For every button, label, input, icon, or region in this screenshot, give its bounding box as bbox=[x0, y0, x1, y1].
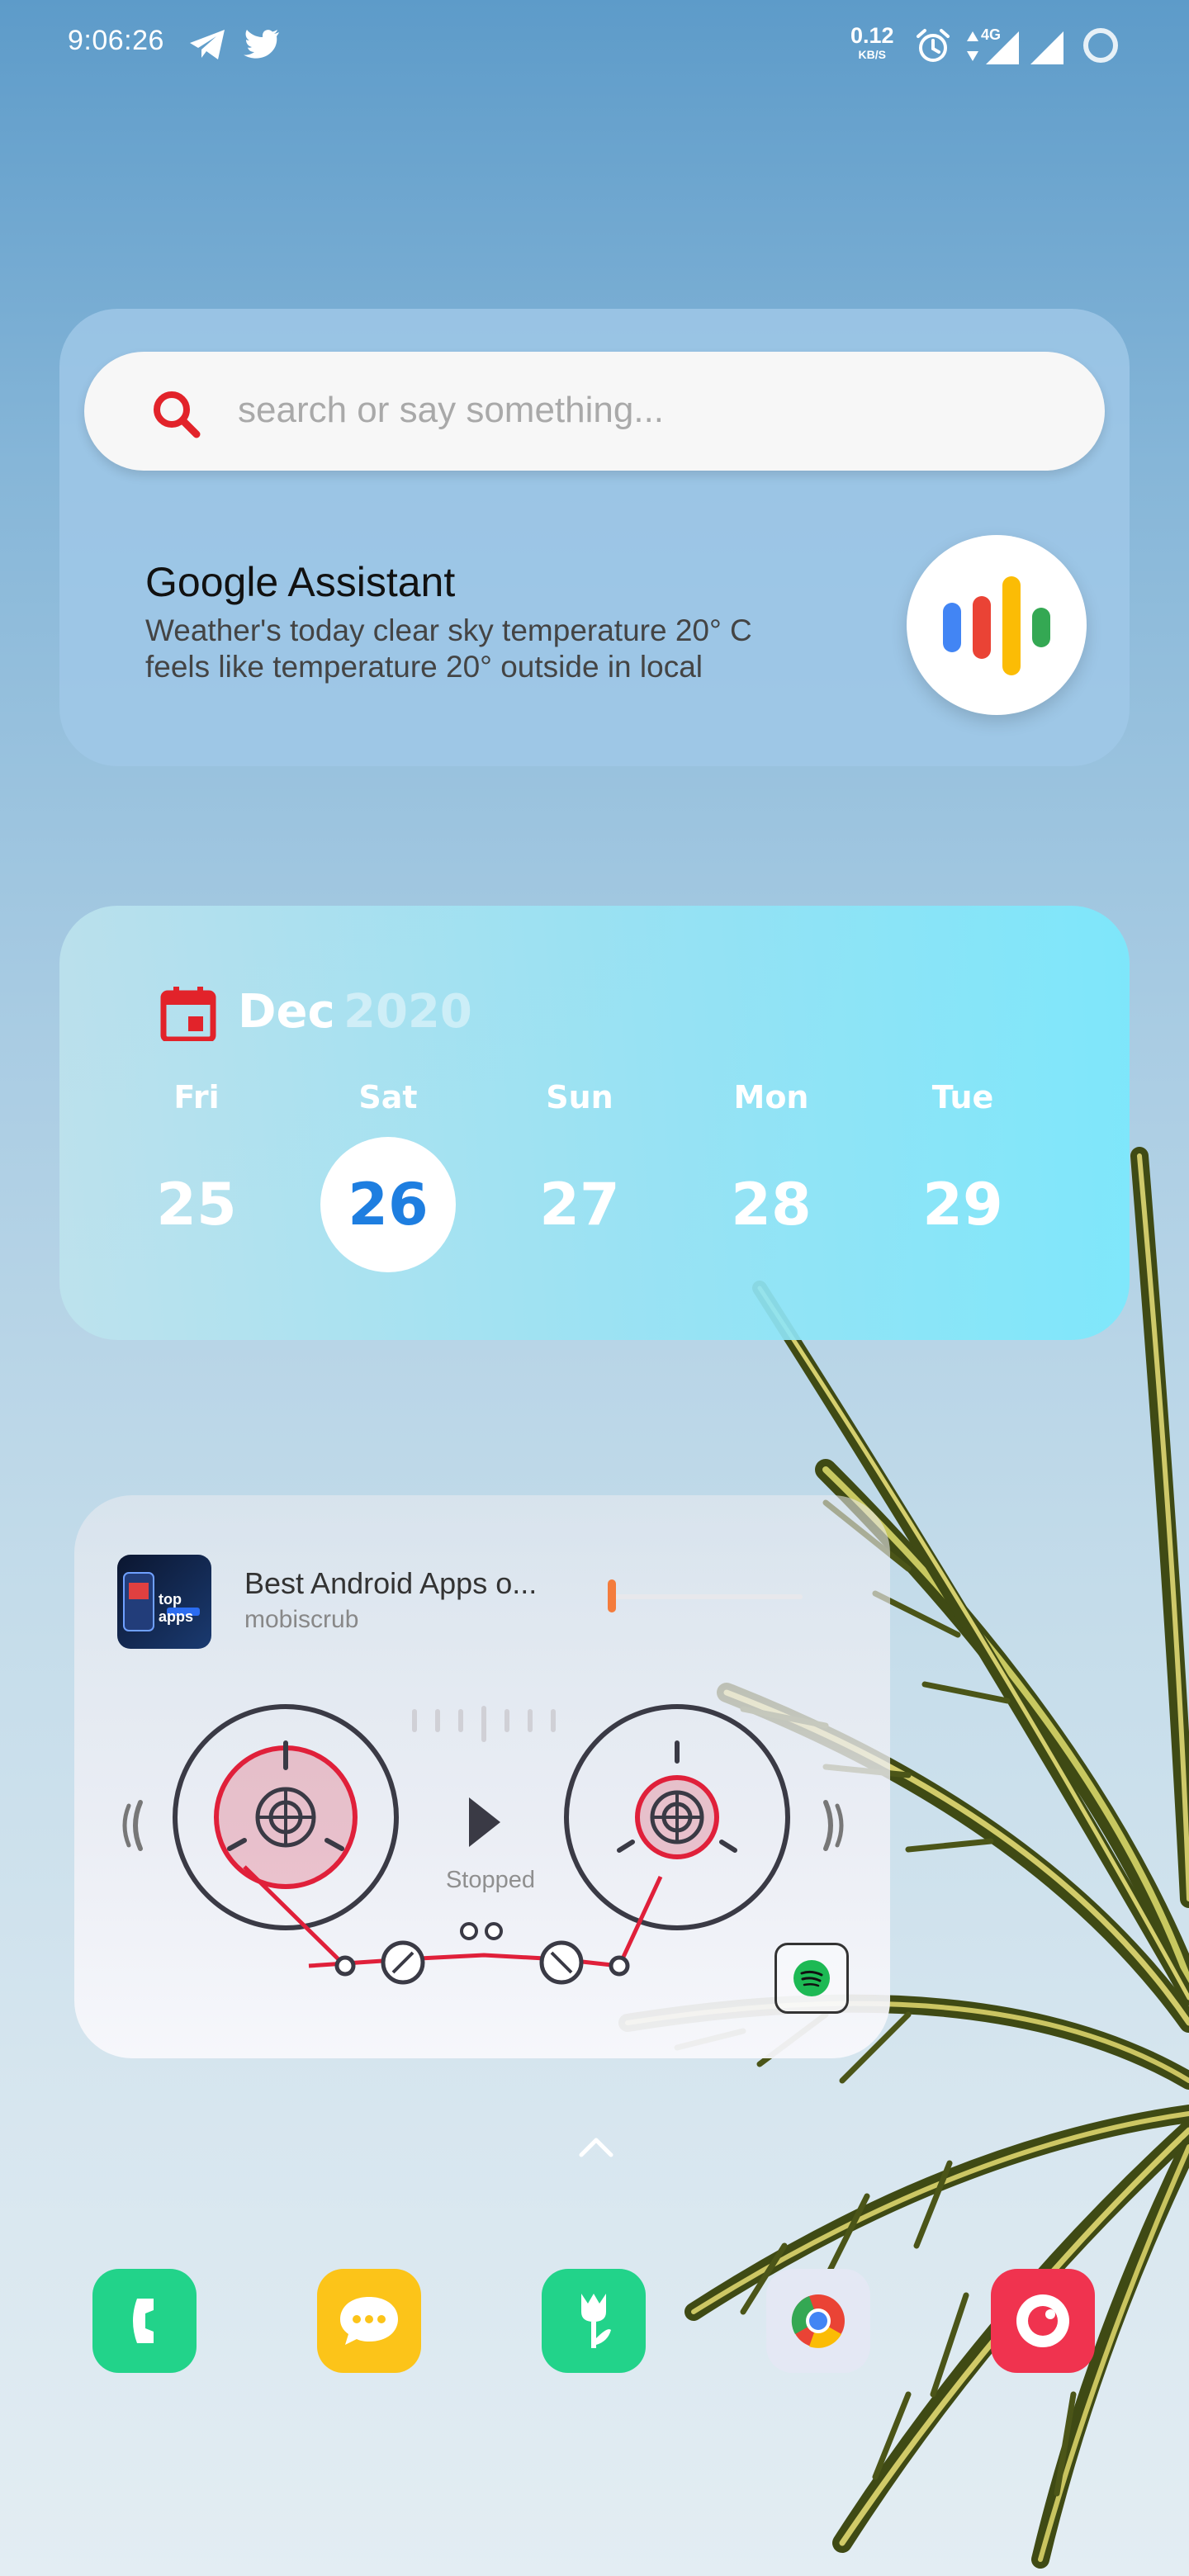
search-icon bbox=[154, 391, 201, 438]
music-widget: top apps Best Android Apps o... mobiscru… bbox=[74, 1495, 890, 2058]
calendar-icon bbox=[160, 987, 216, 1041]
calendar-day[interactable]: Sun 27 bbox=[505, 1079, 654, 1272]
tulip-glyph bbox=[581, 2294, 611, 2348]
messages-app-icon[interactable] bbox=[317, 2269, 421, 2373]
calendar-widget[interactable]: Dec 2020 Fri 25 Sat 26 Sun 27 Mon 28 Tue… bbox=[59, 906, 1130, 1340]
twitter-icon bbox=[244, 30, 279, 59]
day-name: Tue bbox=[931, 1079, 994, 1115]
data-arrows-icon bbox=[967, 31, 978, 61]
chevron-up-icon[interactable] bbox=[578, 2135, 614, 2158]
chat-bubble-glyph bbox=[340, 2297, 398, 2345]
play-icon[interactable] bbox=[464, 1794, 505, 1850]
net-speed: 0.12 KB/S bbox=[850, 23, 894, 61]
telegram-icon bbox=[190, 30, 225, 59]
net-speed-value: 0.12 bbox=[850, 23, 894, 48]
day-number: 25 bbox=[156, 1171, 237, 1238]
chrome-app-icon[interactable] bbox=[766, 2269, 870, 2373]
day-name: Mon bbox=[733, 1079, 809, 1115]
day-name: Sun bbox=[546, 1079, 613, 1115]
assistant-line-2: feels like temperature 20° outside in lo… bbox=[145, 650, 703, 684]
camera-app-icon[interactable] bbox=[991, 2269, 1095, 2373]
day-name: Fri bbox=[173, 1079, 220, 1115]
assistant-line-1: Weather's today clear sky temperature 20… bbox=[145, 613, 752, 647]
calendar-month: Dec bbox=[238, 985, 335, 1039]
camera-glyph bbox=[1016, 2294, 1069, 2347]
assistant-weather-text: Weather's today clear sky temperature 20… bbox=[145, 613, 888, 685]
calendar-day[interactable]: Mon 28 bbox=[697, 1079, 846, 1272]
phone-app-icon[interactable] bbox=[92, 2269, 197, 2373]
status-bar: 9:06:26 0.12 KB/S 4G bbox=[0, 0, 1189, 91]
phone-glyph bbox=[133, 2299, 154, 2343]
playback-status: Stopped bbox=[445, 1867, 536, 1893]
day-number: 27 bbox=[539, 1171, 620, 1238]
loading-ring-icon bbox=[1083, 28, 1118, 63]
calendar-day[interactable]: Fri 25 bbox=[122, 1079, 271, 1272]
search-placeholder: search or say something... bbox=[238, 390, 665, 430]
google-assistant-mic-button[interactable] bbox=[907, 535, 1087, 715]
net-speed-unit: KB/S bbox=[858, 48, 886, 61]
chrome-glyph bbox=[791, 2294, 845, 2348]
assistant-title: Google Assistant bbox=[145, 559, 456, 605]
signal-icon bbox=[1030, 31, 1063, 64]
spotify-button[interactable] bbox=[775, 1943, 849, 2014]
day-number: 29 bbox=[922, 1171, 1003, 1238]
flower-app-icon[interactable] bbox=[542, 2269, 646, 2373]
day-number: 28 bbox=[731, 1171, 812, 1238]
signal-icon bbox=[986, 31, 1019, 64]
calendar-day-selected[interactable]: Sat 26 bbox=[314, 1079, 462, 1272]
assistant-widget: search or say something... Google Assist… bbox=[59, 309, 1130, 766]
alarm-icon bbox=[917, 29, 950, 62]
spotify-icon bbox=[793, 1960, 830, 1996]
day-name: Sat bbox=[358, 1079, 418, 1115]
search-bar[interactable]: search or say something... bbox=[84, 352, 1105, 471]
day-number: 26 bbox=[320, 1137, 456, 1272]
calendar-day[interactable]: Tue 29 bbox=[888, 1079, 1037, 1272]
tape-deck bbox=[122, 1704, 844, 1985]
status-clock: 9:06:26 bbox=[68, 25, 164, 56]
calendar-year: 2020 bbox=[343, 985, 472, 1039]
